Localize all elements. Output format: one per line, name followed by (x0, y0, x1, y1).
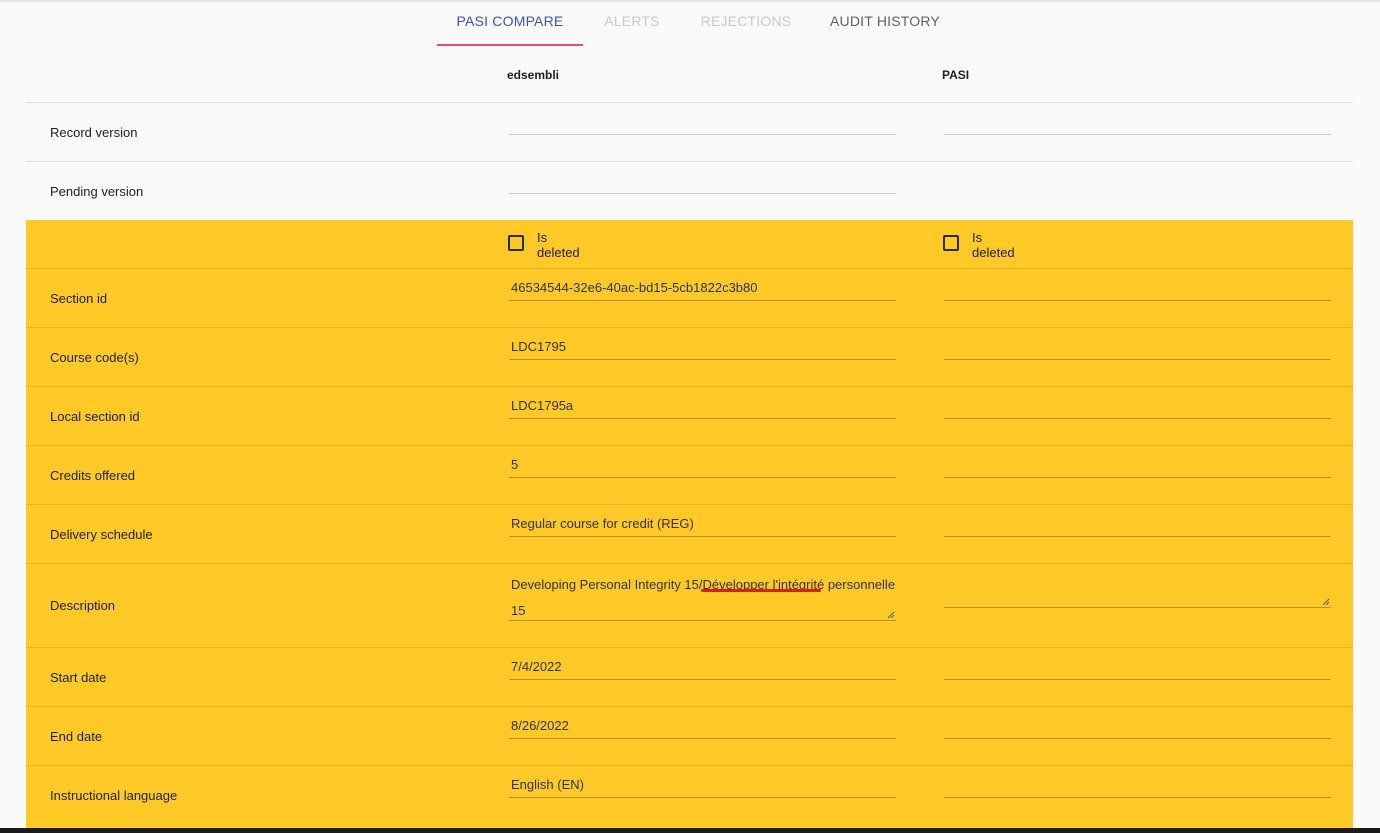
edsembli-delivery-schedule-value[interactable]: Regular course for credit (REG) (511, 516, 694, 531)
row-label: Delivery schedule (50, 527, 153, 542)
edsembli-is-deleted-label: Is deleted (537, 230, 580, 260)
edsembli-description-textarea[interactable]: Developing Personal Integrity 15/Dévelop… (511, 572, 901, 624)
pasi-end-date-input[interactable] (944, 738, 1331, 739)
edsembli-local-section-id-input[interactable] (509, 418, 896, 419)
row-course-codes: Course code(s) LDC1795 (26, 328, 1353, 387)
window-bottom-edge (0, 828, 1380, 833)
edsembli-section-id-value[interactable]: 46534544-32e6-40ac-bd15-5cb1822c3b80 (511, 280, 758, 295)
pasi-record-version-input[interactable] (944, 134, 1331, 135)
edsembli-start-date-input[interactable] (509, 679, 896, 680)
row-local-section-id: Local section id LDC1795a (26, 387, 1353, 446)
edsembli-start-date-value[interactable]: 7/4/2022 (511, 659, 562, 674)
row-start-date: Start date 7/4/2022 (26, 648, 1353, 707)
edsembli-credits-offered-value[interactable]: 5 (511, 457, 518, 472)
edsembli-record-version-input[interactable] (509, 134, 896, 135)
pasi-section-id-input[interactable] (944, 300, 1331, 301)
tab-pasi-compare[interactable]: PASI COMPARE (437, 0, 583, 46)
pasi-is-deleted-checkbox[interactable] (943, 235, 959, 251)
row-label: End date (50, 729, 103, 744)
row-end-date: End date 8/26/2022 (26, 707, 1353, 766)
edsembli-section-id-input[interactable] (509, 300, 896, 301)
edsembli-course-codes-value[interactable]: LDC1795 (511, 339, 566, 354)
edsembli-local-section-id-value[interactable]: LDC1795a (511, 398, 573, 413)
spellcheck-underline (701, 589, 821, 592)
row-label: Credits offered (50, 468, 136, 483)
row-pending-version: Pending version (26, 162, 1353, 220)
tab-rejections[interactable]: REJECTIONS (681, 0, 811, 46)
row-label: Section id (50, 291, 108, 306)
resize-handle-icon[interactable] (1322, 598, 1330, 606)
column-header-pasi: PASI (942, 68, 970, 82)
compare-header-row: edsembli PASI (26, 46, 1353, 103)
tab-alerts[interactable]: ALERTS (583, 0, 681, 46)
row-label: Pending version (50, 184, 144, 199)
edsembli-description-underline (509, 620, 896, 621)
edsembli-end-date-value[interactable]: 8/26/2022 (511, 718, 569, 733)
edsembli-credits-offered-input[interactable] (509, 477, 896, 478)
row-label: Description (50, 598, 116, 613)
resize-handle-icon[interactable] (887, 611, 895, 619)
row-label: Local section id (50, 409, 140, 424)
tab-audit-history[interactable]: AUDIT HISTORY (811, 0, 959, 46)
row-section-id: Section id 46534544-32e6-40ac-bd15-5cb18… (26, 269, 1353, 328)
row-label: Instructional language (50, 788, 178, 803)
edsembli-is-deleted-checkbox[interactable] (508, 235, 524, 251)
row-label: Course code(s) (50, 350, 139, 365)
pasi-delivery-schedule-input[interactable] (944, 536, 1331, 537)
row-is-deleted: Is deleted Is deleted (26, 220, 1353, 269)
row-record-version: Record version (26, 103, 1353, 162)
edsembli-pending-version-input[interactable] (509, 193, 896, 194)
edsembli-course-codes-input[interactable] (509, 359, 896, 360)
pasi-is-deleted-label: Is deleted (972, 230, 1015, 260)
pasi-credits-offered-input[interactable] (944, 477, 1331, 478)
edsembli-end-date-input[interactable] (509, 738, 896, 739)
pasi-local-section-id-input[interactable] (944, 418, 1331, 419)
edsembli-instructional-language-input[interactable] (509, 797, 896, 798)
edsembli-instructional-language-value[interactable]: English (EN) (511, 777, 584, 792)
row-label: Start date (50, 670, 107, 685)
pasi-course-codes-input[interactable] (944, 359, 1331, 360)
pasi-description-textarea[interactable] (944, 607, 1331, 608)
pasi-instructional-language-input[interactable] (944, 797, 1331, 798)
row-label: Record version (50, 125, 138, 140)
pasi-start-date-input[interactable] (944, 679, 1331, 680)
row-credits-offered: Credits offered 5 (26, 446, 1353, 505)
row-instructional-language: Instructional language English (EN) (26, 766, 1353, 828)
edsembli-delivery-schedule-input[interactable] (509, 536, 896, 537)
tab-bar: PASI COMPARE ALERTS REJECTIONS AUDIT HIS… (0, 0, 1380, 46)
column-header-edsembli: edsembli (507, 68, 560, 82)
row-description: Description Developing Personal Integrit… (26, 564, 1353, 648)
row-delivery-schedule: Delivery schedule Regular course for cre… (26, 505, 1353, 564)
